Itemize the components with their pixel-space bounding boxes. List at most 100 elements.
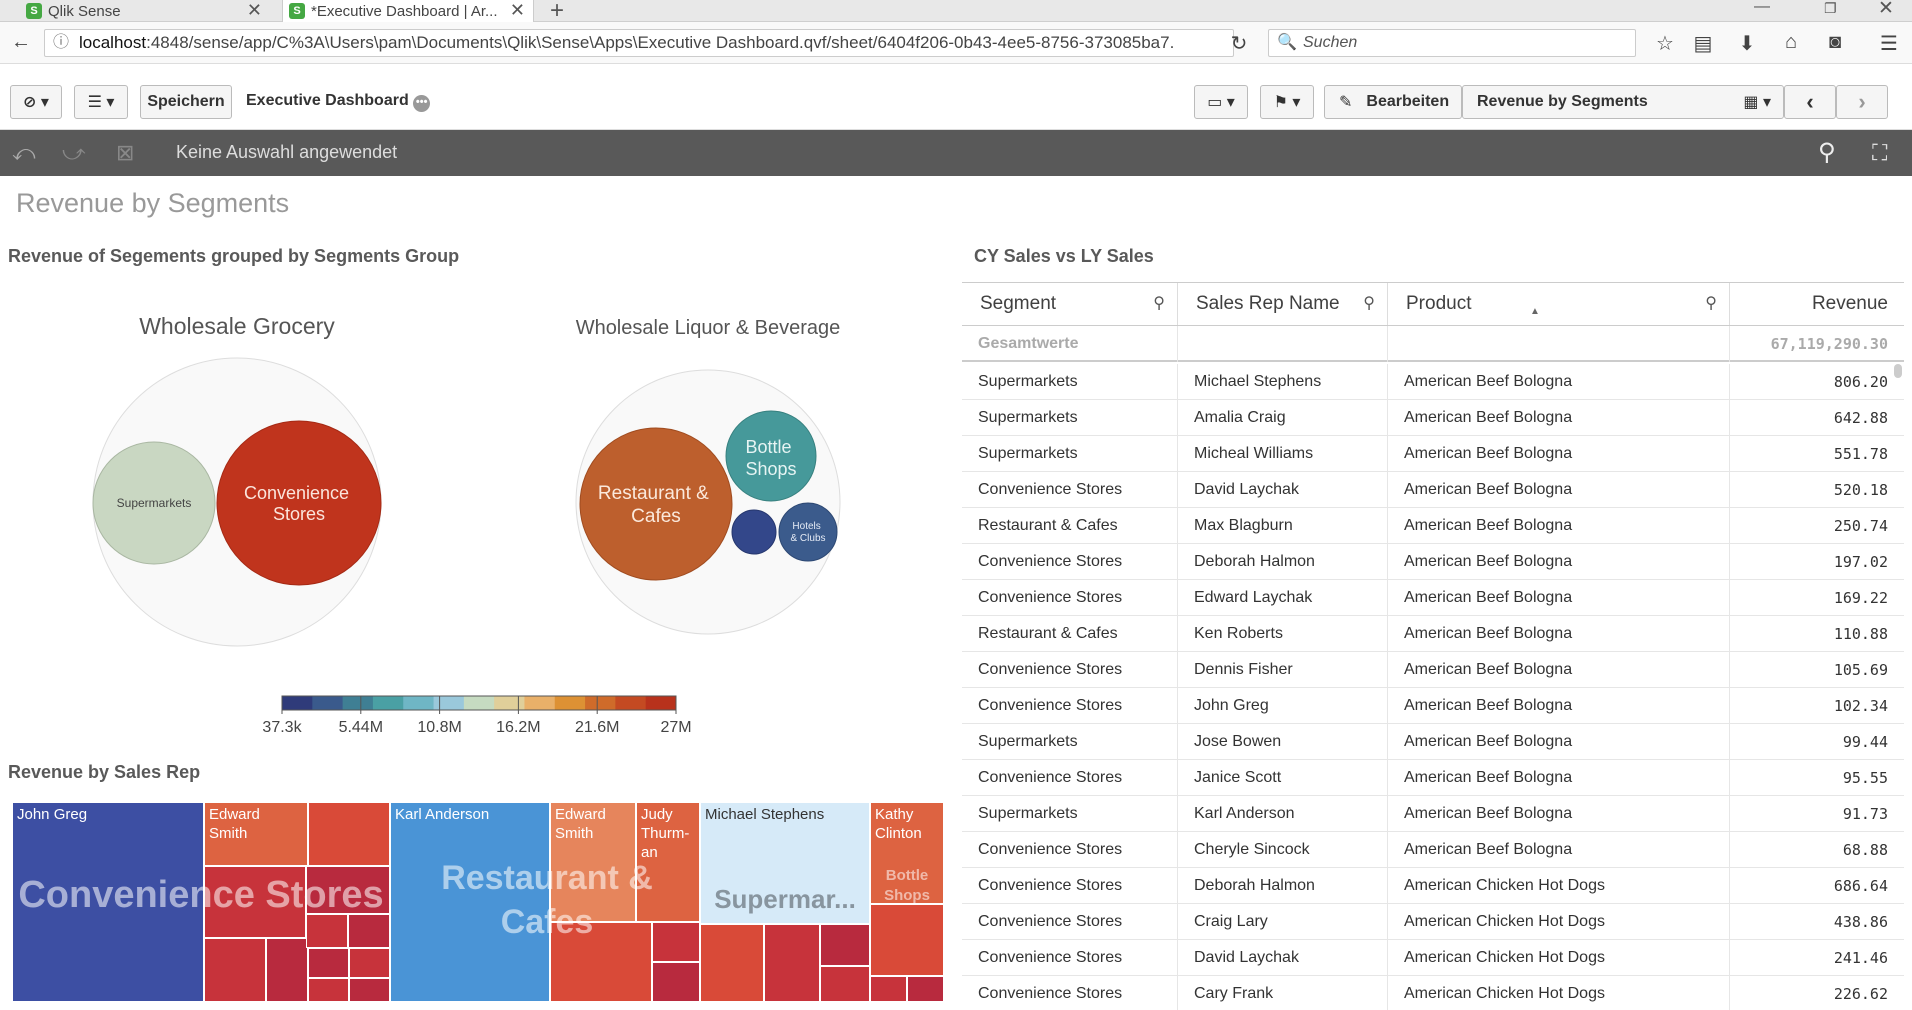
table-row[interactable]: Convenience Stores Craig Lary American Chi…: [962, 904, 1904, 940]
download-icon[interactable]: ⬇: [1734, 31, 1760, 56]
table-row[interactable]: Convenience Stores Cary Frank American Chi…: [962, 976, 1904, 1010]
cell-segment[interactable]: Restaurant & Cafes: [962, 508, 1178, 544]
search-icon[interactable]: ⚲: [1363, 283, 1375, 325]
cell-sales-rep[interactable]: Janice Scott: [1178, 760, 1388, 796]
table-row[interactable]: Supermarkets Karl Anderson American Beef B…: [962, 796, 1904, 832]
cell-product[interactable]: American Chicken Hot Dogs: [1388, 904, 1730, 940]
browser-search-input[interactable]: 🔍 Suchen: [1268, 29, 1636, 57]
treemap-cell[interactable]: [204, 938, 266, 1002]
cell-product[interactable]: American Beef Bologna: [1388, 400, 1730, 436]
cell-sales-rep[interactable]: Deborah Halmon: [1178, 544, 1388, 580]
edit-button[interactable]: ✎ Bearbeiten: [1324, 85, 1462, 119]
close-tab-icon[interactable]: ✕: [247, 0, 262, 21]
app-info-icon[interactable]: •••: [413, 95, 431, 112]
treemap-cell[interactable]: [700, 924, 764, 1002]
cell-sales-rep[interactable]: Karl Anderson: [1178, 796, 1388, 832]
bookmark-star-icon[interactable]: ☆: [1652, 31, 1678, 56]
cell-sales-rep[interactable]: Cheryle Sincock: [1178, 832, 1388, 868]
treemap-cell[interactable]: [308, 802, 390, 866]
search-icon[interactable]: ⚲: [1153, 283, 1165, 325]
cell-segment[interactable]: Convenience Stores: [962, 580, 1178, 616]
table-row[interactable]: Convenience Stores Dennis Fisher American …: [962, 652, 1904, 688]
cell-sales-rep[interactable]: Micheal Williams: [1178, 436, 1388, 472]
treemap-cell[interactable]: [870, 904, 944, 976]
search-icon[interactable]: ⚲: [1818, 138, 1836, 167]
bubble-hotels-clubs[interactable]: [778, 502, 838, 562]
treemap-cell-edward-smith[interactable]: Edward Smith: [204, 802, 308, 866]
table-row[interactable]: Convenience Stores Deborah Halmon American…: [962, 868, 1904, 904]
bubble-convenience-stores[interactable]: [216, 420, 382, 586]
story-button[interactable]: ▭ ▾: [1194, 85, 1248, 119]
cell-product[interactable]: American Chicken Hot Dogs: [1388, 868, 1730, 904]
cell-sales-rep[interactable]: Ken Roberts: [1178, 616, 1388, 652]
cell-product[interactable]: American Beef Bologna: [1388, 688, 1730, 724]
treemap[interactable]: John Greg Edward Smith Convenience Store…: [12, 802, 944, 1002]
bookmarks-button[interactable]: ⚑ ▾: [1260, 85, 1314, 119]
table-row[interactable]: Convenience Stores Edward Laychak American…: [962, 580, 1904, 616]
close-tab-icon[interactable]: ✕: [510, 0, 525, 21]
cell-sales-rep[interactable]: Dennis Fisher: [1178, 652, 1388, 688]
cell-product[interactable]: American Beef Bologna: [1388, 436, 1730, 472]
bubble-chart[interactable]: Wholesale Grocery Wholesale Liquor & Bev…: [0, 296, 945, 756]
cell-segment[interactable]: Convenience Stores: [962, 832, 1178, 868]
treemap-cell[interactable]: [652, 962, 700, 1002]
cell-product[interactable]: American Beef Bologna: [1388, 724, 1730, 760]
restore-icon[interactable]: ❐: [1824, 0, 1837, 17]
cell-product[interactable]: American Beef Bologna: [1388, 832, 1730, 868]
cell-segment[interactable]: Convenience Stores: [962, 976, 1178, 1010]
table-row[interactable]: Supermarkets Micheal Williams American Bee…: [962, 436, 1904, 472]
previous-sheet-button[interactable]: ‹: [1784, 85, 1836, 119]
cell-sales-rep[interactable]: David Laychak: [1178, 940, 1388, 976]
cell-product[interactable]: American Chicken Hot Dogs: [1388, 940, 1730, 976]
cell-product[interactable]: American Beef Bologna: [1388, 364, 1730, 400]
step-forward-icon[interactable]: ⤻: [62, 140, 86, 166]
global-menu-button[interactable]: ☰ ▾: [74, 85, 128, 119]
info-icon[interactable]: ⓘ: [53, 30, 69, 56]
next-sheet-button[interactable]: ›: [1836, 85, 1888, 119]
cell-product[interactable]: American Beef Bologna: [1388, 796, 1730, 832]
reading-list-icon[interactable]: ▤: [1690, 31, 1716, 56]
cell-sales-rep[interactable]: David Laychak: [1178, 472, 1388, 508]
reload-icon[interactable]: ↻: [1226, 31, 1252, 56]
cell-sales-rep[interactable]: Michael Stephens: [1178, 364, 1388, 400]
cell-segment[interactable]: Convenience Stores: [962, 544, 1178, 580]
table-row[interactable]: Supermarkets Michael Stephens American Bee…: [962, 364, 1904, 400]
treemap-cell[interactable]: [306, 914, 348, 948]
minimize-icon[interactable]: —: [1754, 0, 1770, 16]
treemap-cell[interactable]: [907, 976, 944, 1002]
cell-segment[interactable]: Convenience Stores: [962, 472, 1178, 508]
cell-sales-rep[interactable]: Deborah Halmon: [1178, 868, 1388, 904]
cell-segment[interactable]: Supermarkets: [962, 724, 1178, 760]
cell-sales-rep[interactable]: Max Blagburn: [1178, 508, 1388, 544]
treemap-cell[interactable]: [870, 976, 907, 1002]
menu-icon[interactable]: ☰: [1876, 31, 1902, 56]
close-window-icon[interactable]: ✕: [1878, 0, 1894, 20]
cell-product[interactable]: American Beef Bologna: [1388, 472, 1730, 508]
table-row[interactable]: Convenience Stores David Laychak American …: [962, 472, 1904, 508]
treemap-cell[interactable]: [308, 978, 349, 1002]
cell-segment[interactable]: Convenience Stores: [962, 760, 1178, 796]
table-row[interactable]: Supermarkets Jose Bowen American Beef Bolo…: [962, 724, 1904, 760]
save-button[interactable]: Speichern: [140, 85, 232, 119]
cell-segment[interactable]: Convenience Stores: [962, 868, 1178, 904]
cell-segment[interactable]: Convenience Stores: [962, 688, 1178, 724]
cell-product[interactable]: American Beef Bologna: [1388, 616, 1730, 652]
cell-segment[interactable]: Convenience Stores: [962, 940, 1178, 976]
treemap-cell[interactable]: [348, 914, 390, 948]
cell-sales-rep[interactable]: Craig Lary: [1178, 904, 1388, 940]
cell-segment[interactable]: Convenience Stores: [962, 652, 1178, 688]
treemap-cell[interactable]: [308, 948, 349, 978]
treemap-cell[interactable]: [349, 948, 390, 978]
cell-sales-rep[interactable]: Cary Frank: [1178, 976, 1388, 1010]
cell-segment[interactable]: Supermarkets: [962, 400, 1178, 436]
header-product[interactable]: Product ▲ ⚲: [1388, 283, 1730, 325]
cell-product[interactable]: American Beef Bologna: [1388, 580, 1730, 616]
treemap-cell[interactable]: [349, 978, 390, 1002]
table-row[interactable]: Convenience Stores Cheryle Sincock America…: [962, 832, 1904, 868]
cell-segment[interactable]: Supermarkets: [962, 364, 1178, 400]
sheet-selector[interactable]: Revenue by Segments ▦ ▾: [1462, 85, 1784, 119]
cell-sales-rep[interactable]: Jose Bowen: [1178, 724, 1388, 760]
cell-sales-rep[interactable]: Edward Laychak: [1178, 580, 1388, 616]
table-row[interactable]: Convenience Stores John Greg American Beef…: [962, 688, 1904, 724]
table-row[interactable]: Convenience Stores Deborah Halmon American…: [962, 544, 1904, 580]
